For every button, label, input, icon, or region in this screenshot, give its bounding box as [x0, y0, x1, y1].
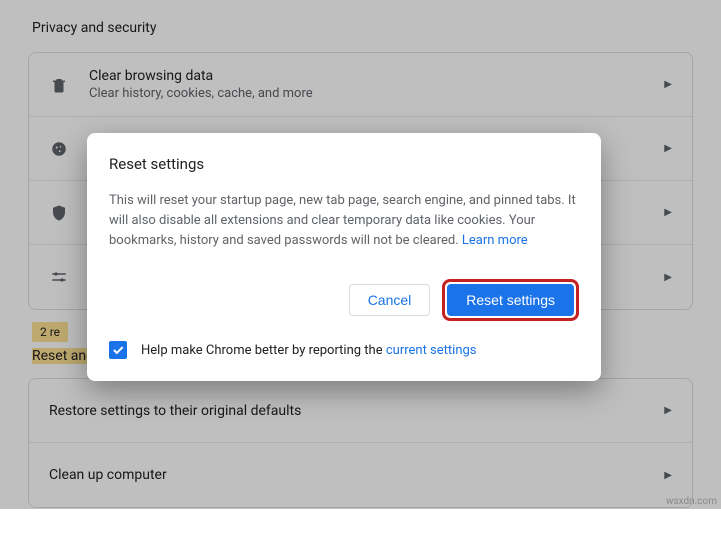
learn-more-link[interactable]: Learn more [462, 233, 528, 248]
current-settings-link[interactable]: current settings [386, 343, 477, 358]
report-checkbox[interactable] [109, 341, 127, 359]
checkbox-label: Help make Chrome better by reporting the… [141, 343, 477, 358]
reset-settings-dialog: Reset settings This will reset your star… [87, 133, 601, 381]
highlight-frame: Reset settings [442, 279, 579, 321]
watermark: wsxdn.com [666, 496, 717, 507]
dialog-body: This will reset your startup page, new t… [109, 191, 579, 251]
dialog-title: Reset settings [109, 155, 579, 173]
cancel-button[interactable]: Cancel [349, 284, 431, 316]
reset-settings-button[interactable]: Reset settings [447, 284, 574, 316]
